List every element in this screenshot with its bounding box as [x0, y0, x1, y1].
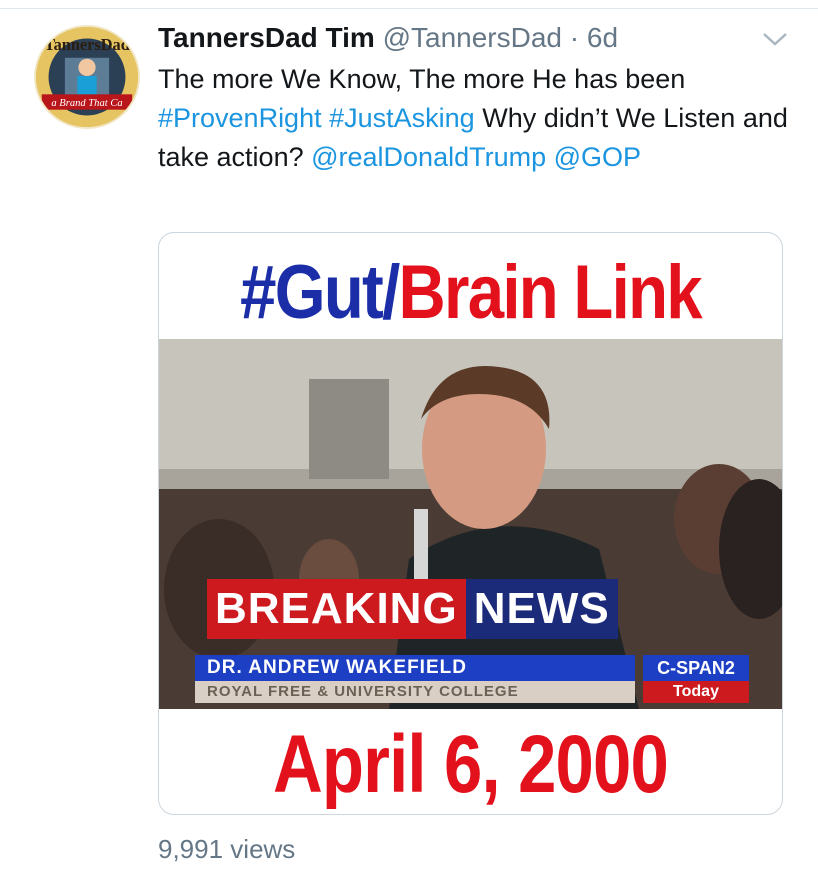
tweet-text: The more We Know, The more He has been #…: [158, 60, 798, 177]
avatar-top-text: TannersDad: [44, 35, 130, 54]
video-frame[interactable]: BREAKING NEWS DR. ANDREW WAKEFIELD ROYAL…: [159, 339, 782, 709]
view-count: 9,991 views: [158, 834, 296, 864]
media-date: April 6, 2000: [273, 719, 669, 810]
speaker-name: DR. ANDREW WAKEFIELD: [195, 655, 635, 681]
user-handle[interactable]: @TannersDad: [383, 22, 562, 53]
separator-dot: ·: [569, 22, 580, 53]
avatar[interactable]: TannersDad a Brand That Ca: [34, 25, 140, 129]
timestamp[interactable]: 6d: [587, 22, 618, 53]
avatar-image: TannersDad a Brand That Ca: [36, 27, 138, 127]
mention-link[interactable]: @GOP: [554, 142, 641, 172]
media-headline: #Gut/Brain Link: [203, 247, 739, 339]
breaking-news-banner: BREAKING NEWS: [207, 579, 618, 639]
breaking-label: BREAKING: [207, 579, 466, 639]
lower-third: DR. ANDREW WAKEFIELD ROYAL FREE & UNIVER…: [195, 655, 750, 703]
hashtag-link[interactable]: #JustAsking: [329, 103, 475, 133]
avatar-bottom-text: a Brand That Ca: [51, 98, 122, 109]
tweet-header: TannersDad Tim @TannersDad · 6d: [158, 20, 618, 56]
hashtag-link[interactable]: #ProvenRight: [158, 103, 322, 133]
display-name[interactable]: TannersDad Tim: [158, 22, 375, 53]
media-card[interactable]: #Gut/Brain Link BREAKING NEWS DR. ANDREW…: [158, 232, 783, 815]
news-label: NEWS: [465, 579, 618, 639]
top-divider: [0, 8, 818, 9]
network-sub: Today: [643, 681, 749, 703]
headline-rest: Brain Link: [398, 250, 703, 335]
headline-hash: #Gut/: [240, 250, 400, 335]
speaker-affiliation: ROYAL FREE & UNIVERSITY COLLEGE: [195, 681, 635, 703]
tweet-text-part: The more We Know, The more He has been: [158, 64, 686, 94]
network-logo: C-SPAN2: [643, 655, 749, 681]
mention-link[interactable]: @realDonaldTrump: [311, 142, 546, 172]
video-scene: [159, 339, 782, 709]
chevron-down-icon[interactable]: [760, 28, 790, 50]
